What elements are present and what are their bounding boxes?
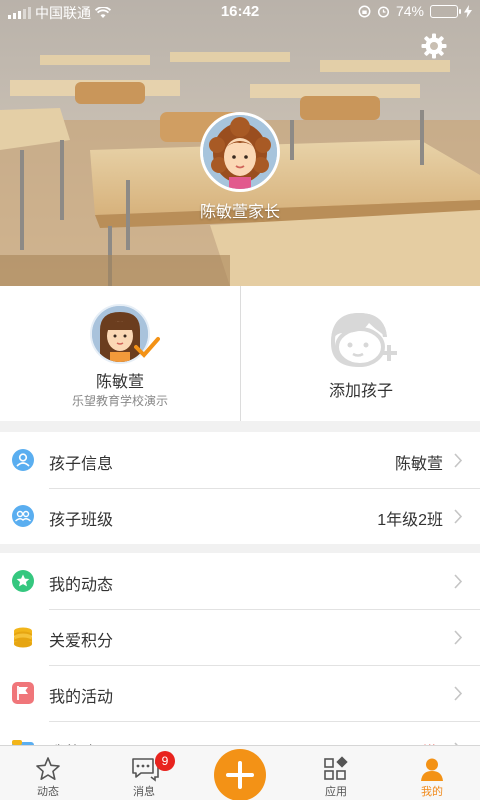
chevron-right-icon xyxy=(454,686,463,701)
alarm-icon xyxy=(377,5,390,18)
star-outline-icon xyxy=(36,757,60,780)
tab-apps[interactable]: 应用 xyxy=(288,746,384,800)
tab-label: 我的 xyxy=(421,786,443,798)
child-class-row[interactable]: 孩子班级 1年级2班 xyxy=(0,488,480,544)
row-label: 孩子班级 xyxy=(49,512,114,529)
apps-icon xyxy=(324,756,348,780)
tab-messages[interactable]: 9 消息 xyxy=(96,746,192,800)
profile-icon xyxy=(421,758,443,781)
coins-icon xyxy=(14,627,32,648)
star-icon xyxy=(12,570,34,592)
person-icon xyxy=(12,449,34,471)
gear-icon[interactable] xyxy=(421,33,447,59)
care-points-row[interactable]: 关爱积分 xyxy=(0,609,480,665)
tab-label: 动态 xyxy=(37,786,59,798)
row-label: 我的动态 xyxy=(49,577,114,594)
message-badge: 9 xyxy=(155,751,175,771)
chevron-right-icon xyxy=(454,630,463,645)
charging-icon xyxy=(464,4,472,18)
girl-avatar-icon xyxy=(203,115,277,189)
row-label: 我的活动 xyxy=(49,689,114,706)
chevron-right-icon xyxy=(454,509,463,524)
status-bar: 中国联通 16:42 74% xyxy=(0,0,480,24)
parent-avatar[interactable] xyxy=(200,112,280,192)
row-value: 1年级2班 xyxy=(377,512,443,529)
flag-icon xyxy=(12,682,34,704)
row-label: 孩子信息 xyxy=(49,456,114,473)
child-info-row[interactable]: 孩子信息 陈敏萱 xyxy=(0,432,480,488)
tab-profile[interactable]: 我的 xyxy=(384,746,480,800)
tab-label: 消息 xyxy=(133,786,155,798)
children-panel: 陈敏萱 乐望教育学校演示 添加孩子 xyxy=(0,286,480,421)
my-section: 我的动态 关爱积分 我的活动 我的购买 2019-03-28到期 xyxy=(0,553,480,777)
tab-moments[interactable]: 动态 xyxy=(0,746,96,800)
my-activities-row[interactable]: 我的活动 xyxy=(0,665,480,721)
battery-percent: 74% xyxy=(395,3,424,19)
chevron-right-icon xyxy=(454,453,463,468)
row-label: 关爱积分 xyxy=(49,633,114,650)
battery-icon xyxy=(430,4,461,18)
selected-check-icon xyxy=(134,337,160,358)
group-icon xyxy=(12,505,34,527)
my-moments-row[interactable]: 我的动态 xyxy=(0,553,480,609)
add-child-label: 添加孩子 xyxy=(328,383,393,400)
add-child-icon xyxy=(331,313,397,367)
add-child-button[interactable]: 添加孩子 xyxy=(240,286,480,421)
plus-icon[interactable] xyxy=(214,749,266,800)
child-name: 陈敏萱 xyxy=(95,374,144,391)
child-school: 乐望教育学校演示 xyxy=(71,394,168,408)
parent-name: 陈敏萱家长 xyxy=(199,204,280,221)
child-card[interactable]: 陈敏萱 乐望教育学校演示 xyxy=(0,286,240,421)
tab-label: 应用 xyxy=(325,786,347,798)
child-info-section: 孩子信息 陈敏萱 孩子班级 1年级2班 xyxy=(0,432,480,544)
row-value: 陈敏萱 xyxy=(394,456,443,473)
chevron-right-icon xyxy=(454,574,463,589)
profile-header: 中国联通 16:42 74% 陈敏萱家长 xyxy=(0,0,480,286)
rotation-lock-icon xyxy=(358,5,371,17)
